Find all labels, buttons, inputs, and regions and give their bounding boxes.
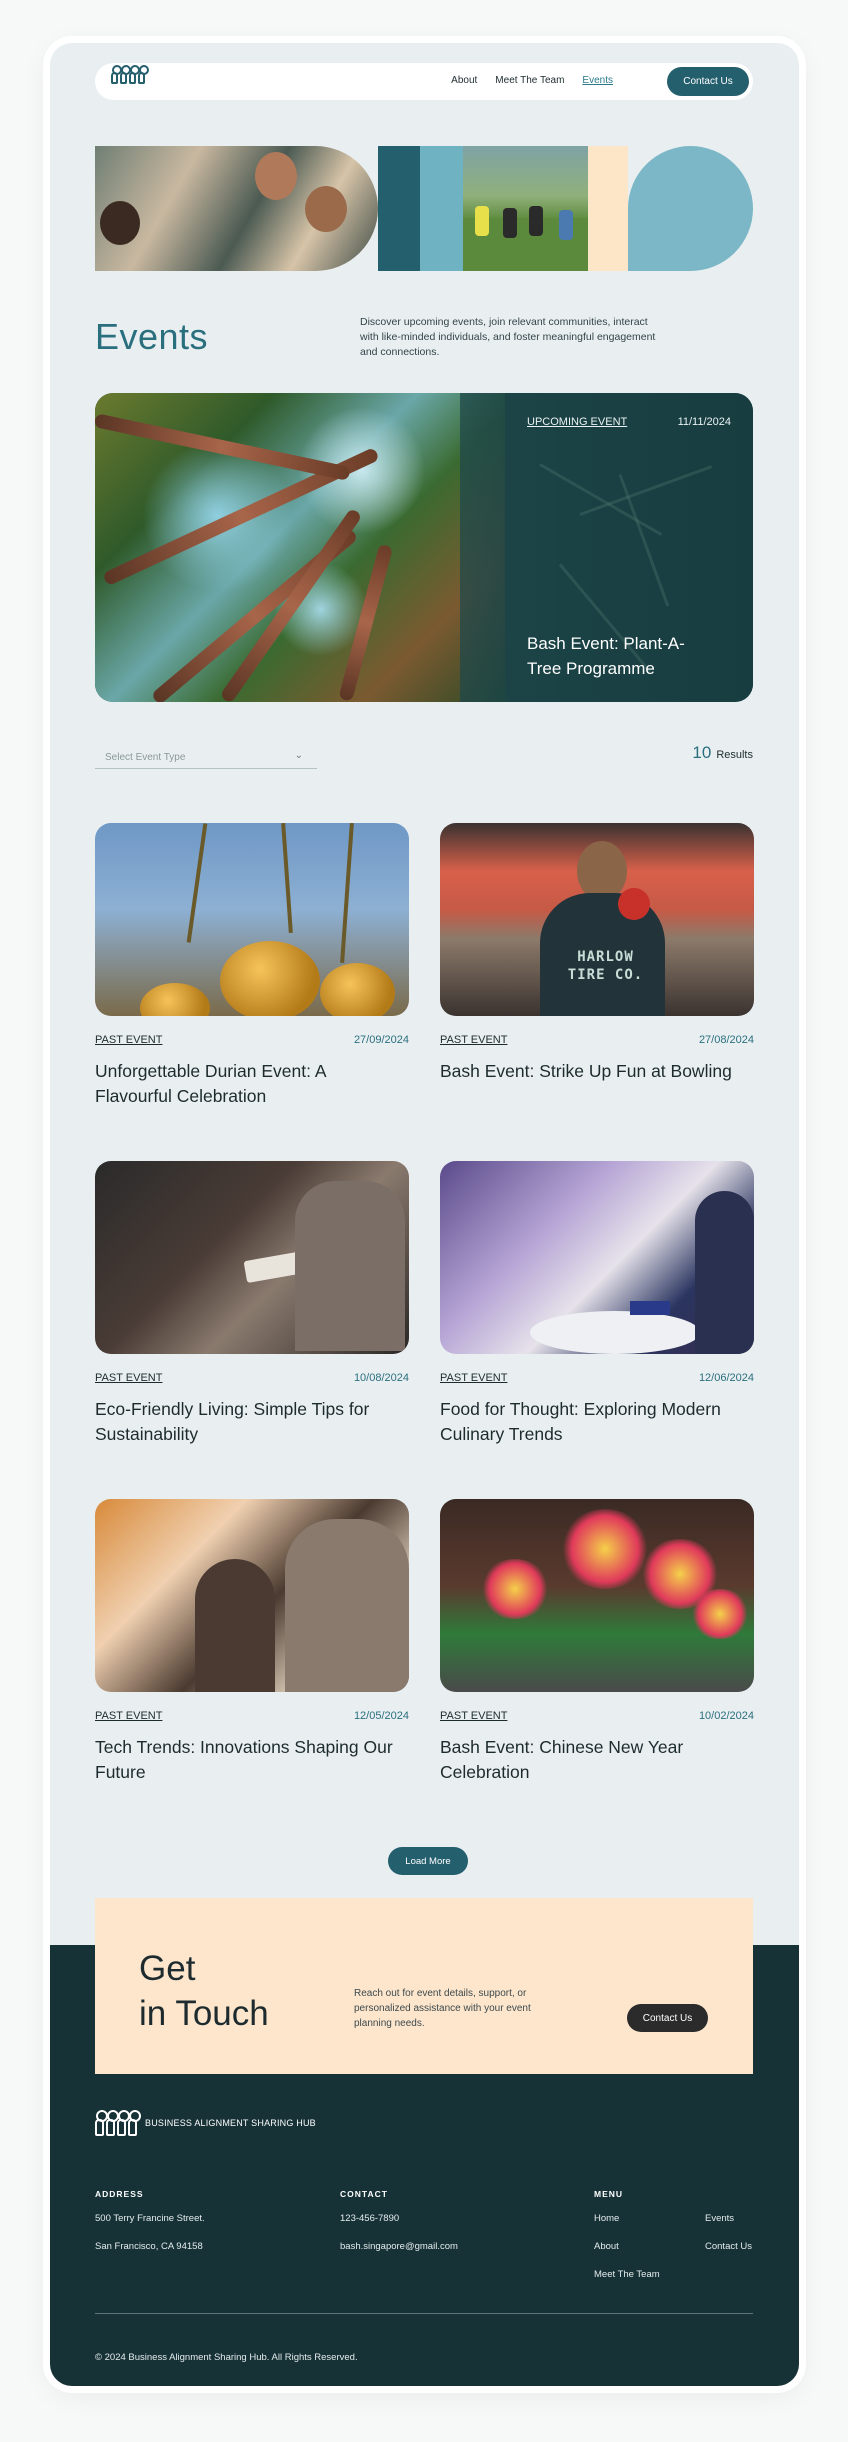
footer-menu-heading: MENU [594,2189,624,2199]
footer-menu-contact[interactable]: Contact Us [705,2241,752,2252]
nav-link-team[interactable]: Meet The Team [495,75,564,86]
workshop-photo [95,1161,409,1354]
results-label: Results [716,749,753,761]
meeting-photo [95,146,378,271]
footer-contact-heading: CONTACT [340,2189,388,2199]
event-tag[interactable]: PAST EVENT [440,1710,507,1722]
footer-menu-home[interactable]: Home [594,2213,619,2224]
event-card[interactable]: PAST EVENT 10/08/2024 Eco-Friendly Livin… [95,1161,409,1447]
footer-email[interactable]: bash.singapore@gmail.com [340,2241,458,2252]
featured-event-card[interactable]: UPCOMING EVENT 11/11/2024 Bash Event: Pl… [95,393,753,702]
event-tag[interactable]: PAST EVENT [95,1034,162,1046]
load-more-button[interactable]: Load More [388,1847,468,1875]
top-nav: About Meet The Team Events Contact Us [95,63,753,100]
footer-menu-about[interactable]: About [594,2241,619,2252]
peach-block [588,146,628,271]
nav-contact-button[interactable]: Contact Us [667,67,749,96]
event-type-placeholder: Select Event Type [105,752,186,763]
conference-photo [440,1161,754,1354]
shirt-print: HARLOW TIRE CO. [567,949,644,983]
event-card[interactable]: PAST EVENT 27/09/2024 Unforgettable Duri… [95,823,409,1109]
event-date: 27/08/2024 [698,1034,754,1046]
footer-address-line1: 500 Terry Francine Street. [95,2213,205,2224]
footer-address-heading: ADDRESS [95,2189,144,2199]
event-card[interactable]: PAST EVENT 10/02/2024 Bash Event: Chines… [440,1499,754,1785]
durian-photo [95,823,409,1016]
nav-links: About Meet The Team Events [451,75,613,86]
page-title: Events [95,316,209,357]
event-date: 10/02/2024 [698,1710,754,1722]
event-tag[interactable]: PAST EVENT [95,1710,162,1722]
touch-heading-line2: in Touch [139,1994,269,2033]
footer-menu-team[interactable]: Meet The Team [594,2269,660,2280]
footer-divider [95,2313,753,2314]
touch-text: Reach out for event details, support, or… [354,1988,531,2029]
logo-icon[interactable] [111,65,149,84]
event-title[interactable]: Unforgettable Durian Event: A Flavourful… [95,1059,395,1109]
page-frame: About Meet The Team Events Contact Us Ev… [50,43,799,2386]
hero-collage [95,146,753,271]
forest-canopy-photo [95,393,505,702]
event-date: 12/05/2024 [353,1710,409,1722]
event-card[interactable]: HARLOW TIRE CO. PAST EVENT 27/08/2024 Ba… [440,823,754,1084]
event-title[interactable]: Bash Event: Strike Up Fun at Bowling [440,1059,740,1084]
event-title[interactable]: Tech Trends: Innovations Shaping Our Fut… [95,1735,395,1785]
lion-dance-photo [440,1499,754,1692]
nav-link-events[interactable]: Events [582,75,613,86]
event-title[interactable]: Bash Event: Chinese New Year Celebration [440,1735,740,1785]
event-tag[interactable]: PAST EVENT [440,1034,507,1046]
results-number: 10 [692,743,712,762]
featured-title[interactable]: Bash Event: Plant-A-Tree Programme [527,631,717,681]
featured-date: 11/11/2024 [677,416,731,428]
footer-logo[interactable]: BUSINESS ALIGNMENT SHARING HUB [95,2109,316,2136]
touch-heading-line1: Get [139,1949,196,1988]
event-type-select[interactable]: Select Event Type ⌄ [95,747,317,769]
bowling-photo: HARLOW TIRE CO. [440,823,754,1016]
event-card[interactable]: PAST EVENT 12/06/2024 Food for Thought: … [440,1161,754,1447]
nav-link-about[interactable]: About [451,75,477,86]
teal-block [378,146,420,271]
event-date: 10/08/2024 [353,1372,409,1384]
event-date: 12/06/2024 [698,1372,754,1384]
event-card[interactable]: PAST EVENT 12/05/2024 Tech Trends: Innov… [95,1499,409,1785]
chevron-down-icon: ⌄ [294,750,303,761]
light-teal-block [420,146,463,271]
footer-copyright: © 2024 Business Alignment Sharing Hub. A… [95,2352,358,2363]
event-tag[interactable]: PAST EVENT [440,1372,507,1384]
event-title[interactable]: Eco-Friendly Living: Simple Tips for Sus… [95,1397,395,1447]
results-count: 10 Results [692,743,753,763]
footer-brand: BUSINESS ALIGNMENT SHARING HUB [145,2117,316,2128]
get-in-touch-banner: Get in Touch Reach out for event details… [95,1898,753,2074]
footer-address-line2: San Francisco, CA 94158 [95,2241,203,2252]
blue-shape [628,146,753,271]
footer-menu-events[interactable]: Events [705,2213,734,2224]
outdoor-group-photo [463,146,588,271]
event-tag[interactable]: PAST EVENT [95,1372,162,1384]
touch-heading: Get in Touch [139,1946,269,2036]
event-title[interactable]: Food for Thought: Exploring Modern Culin… [440,1397,740,1447]
touch-contact-button[interactable]: Contact Us [627,2004,708,2032]
logo-icon [95,2110,141,2136]
featured-tag[interactable]: UPCOMING EVENT [527,416,627,428]
event-date: 27/09/2024 [353,1034,409,1046]
page-intro: Discover upcoming events, join relevant … [360,316,656,358]
social-gathering-photo [95,1499,409,1692]
footer-phone[interactable]: 123-456-7890 [340,2213,399,2224]
